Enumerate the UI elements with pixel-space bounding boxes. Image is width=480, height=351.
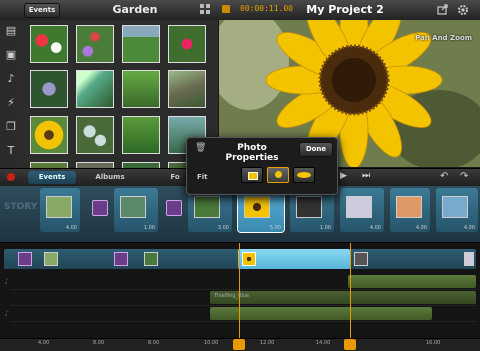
audio-clip[interactable] [348, 275, 476, 288]
effects-icon[interactable]: ⚡ [4, 96, 18, 110]
grid-view-icon[interactable] [200, 4, 210, 14]
time-ruler[interactable]: 4.00 8.00 8.00 10.00 12.00 14.00 16.00 [0, 338, 480, 351]
ruler-tick: 10.00 [204, 340, 219, 346]
audio-clip-label: Thiefling_Blue [214, 293, 250, 299]
undo-icon[interactable]: ↶ [440, 171, 448, 182]
done-button[interactable]: Done [299, 142, 333, 157]
transition-icon[interactable] [166, 200, 182, 216]
storyboard-clip[interactable]: 4.00 [390, 188, 430, 232]
tab-events[interactable]: Events [28, 171, 76, 184]
redo-icon[interactable]: ↷ [460, 171, 468, 182]
fit-label: Fit [197, 173, 208, 181]
photo-icon[interactable]: ▣ [4, 48, 18, 62]
events-button[interactable]: Events [24, 3, 60, 18]
selected-timeline-clip[interactable] [238, 249, 350, 269]
audio-track[interactable]: Thiefling_Blue [10, 291, 476, 306]
library-thumb[interactable] [168, 25, 206, 63]
ruler-tick: 8.00 [148, 340, 160, 346]
library-thumb[interactable] [122, 25, 160, 63]
settings-icon[interactable] [457, 4, 469, 16]
popup-title: Photo Properties [225, 143, 279, 163]
playhead-line [350, 243, 351, 338]
ruler-tick: 16.00 [426, 340, 441, 346]
pan-and-zoom-label: Pan And Zoom [415, 34, 472, 42]
storyboard-clip[interactable]: 4.00 [340, 188, 384, 232]
ruler-tick: 4.00 [38, 340, 50, 346]
tab-albums[interactable]: Albums [86, 171, 134, 184]
project-title[interactable]: My Project 2 [300, 3, 390, 16]
playhead-line [239, 243, 240, 338]
photo-properties-popup: 🗑 Photo Properties Done Fit [186, 137, 338, 195]
audio-clip[interactable]: Thiefling_Blue [210, 291, 476, 304]
audio-track[interactable]: ♪ [4, 307, 476, 322]
fit-option-fill[interactable] [293, 167, 315, 183]
library-thumb[interactable] [76, 70, 114, 108]
play-icon[interactable]: ▶ [340, 171, 347, 181]
library-thumb[interactable] [168, 70, 206, 108]
timeline-clip-thumb[interactable] [354, 252, 368, 266]
library-thumb[interactable] [122, 70, 160, 108]
timecode-display: 00:00:11.00 [240, 4, 293, 13]
storyboard-clip[interactable]: 4.00 [436, 188, 478, 232]
trash-icon[interactable]: 🗑 [195, 143, 206, 153]
timeline-clip-thumb[interactable] [464, 252, 474, 266]
clip-icon[interactable]: ▤ [4, 24, 18, 38]
trim-handle-left[interactable] [233, 339, 245, 350]
music-icon: ♪ [4, 277, 10, 286]
library-thumb[interactable] [76, 116, 114, 154]
tab-folders[interactable]: Fo [165, 171, 185, 184]
text-icon[interactable]: T [4, 144, 18, 158]
ruler-tick: 14.00 [316, 340, 331, 346]
library-thumb[interactable] [122, 116, 160, 154]
library-thumb[interactable] [30, 116, 68, 154]
share-icon[interactable] [437, 4, 448, 15]
timecode-icon [222, 5, 230, 13]
left-toolbar: ▤ ▣ ♪ ⚡ ❐ T [0, 20, 23, 175]
trim-handle-right[interactable] [344, 339, 356, 350]
video-track[interactable] [4, 249, 476, 269]
copy-icon[interactable]: ❐ [4, 120, 18, 134]
library-thumb[interactable] [30, 70, 68, 108]
transition-icon[interactable] [92, 200, 108, 216]
fit-option-fit[interactable] [267, 167, 289, 183]
library-thumb[interactable] [30, 25, 68, 63]
music-icon[interactable]: ♪ [4, 72, 18, 86]
record-icon[interactable] [7, 173, 15, 181]
timeline[interactable]: ♪ Thiefling_Blue ♪ [0, 243, 480, 338]
timeline-clip-thumb[interactable] [44, 252, 58, 266]
timeline-clip-thumb[interactable] [144, 252, 158, 266]
transition-icon[interactable] [18, 252, 32, 266]
ruler-tick: 12.00 [260, 340, 275, 346]
top-bar: Events Garden 00:00:11.00 My Project 2 [0, 0, 480, 21]
storyboard-clip[interactable]: 1.00 [114, 188, 158, 232]
fit-option-crop[interactable] [241, 167, 263, 183]
library-thumb[interactable] [76, 25, 114, 63]
transition-icon[interactable] [114, 252, 128, 266]
audio-clip[interactable] [210, 307, 432, 320]
library-title: Garden [112, 3, 158, 16]
storyboard-clip[interactable]: 4.00 [40, 188, 80, 232]
music-icon: ♪ [4, 309, 10, 318]
skip-end-icon[interactable]: ⏭ [362, 171, 370, 181]
audio-track[interactable]: ♪ [4, 275, 476, 290]
ruler-tick: 8.00 [93, 340, 105, 346]
storyboard-label: STORY [4, 202, 38, 212]
